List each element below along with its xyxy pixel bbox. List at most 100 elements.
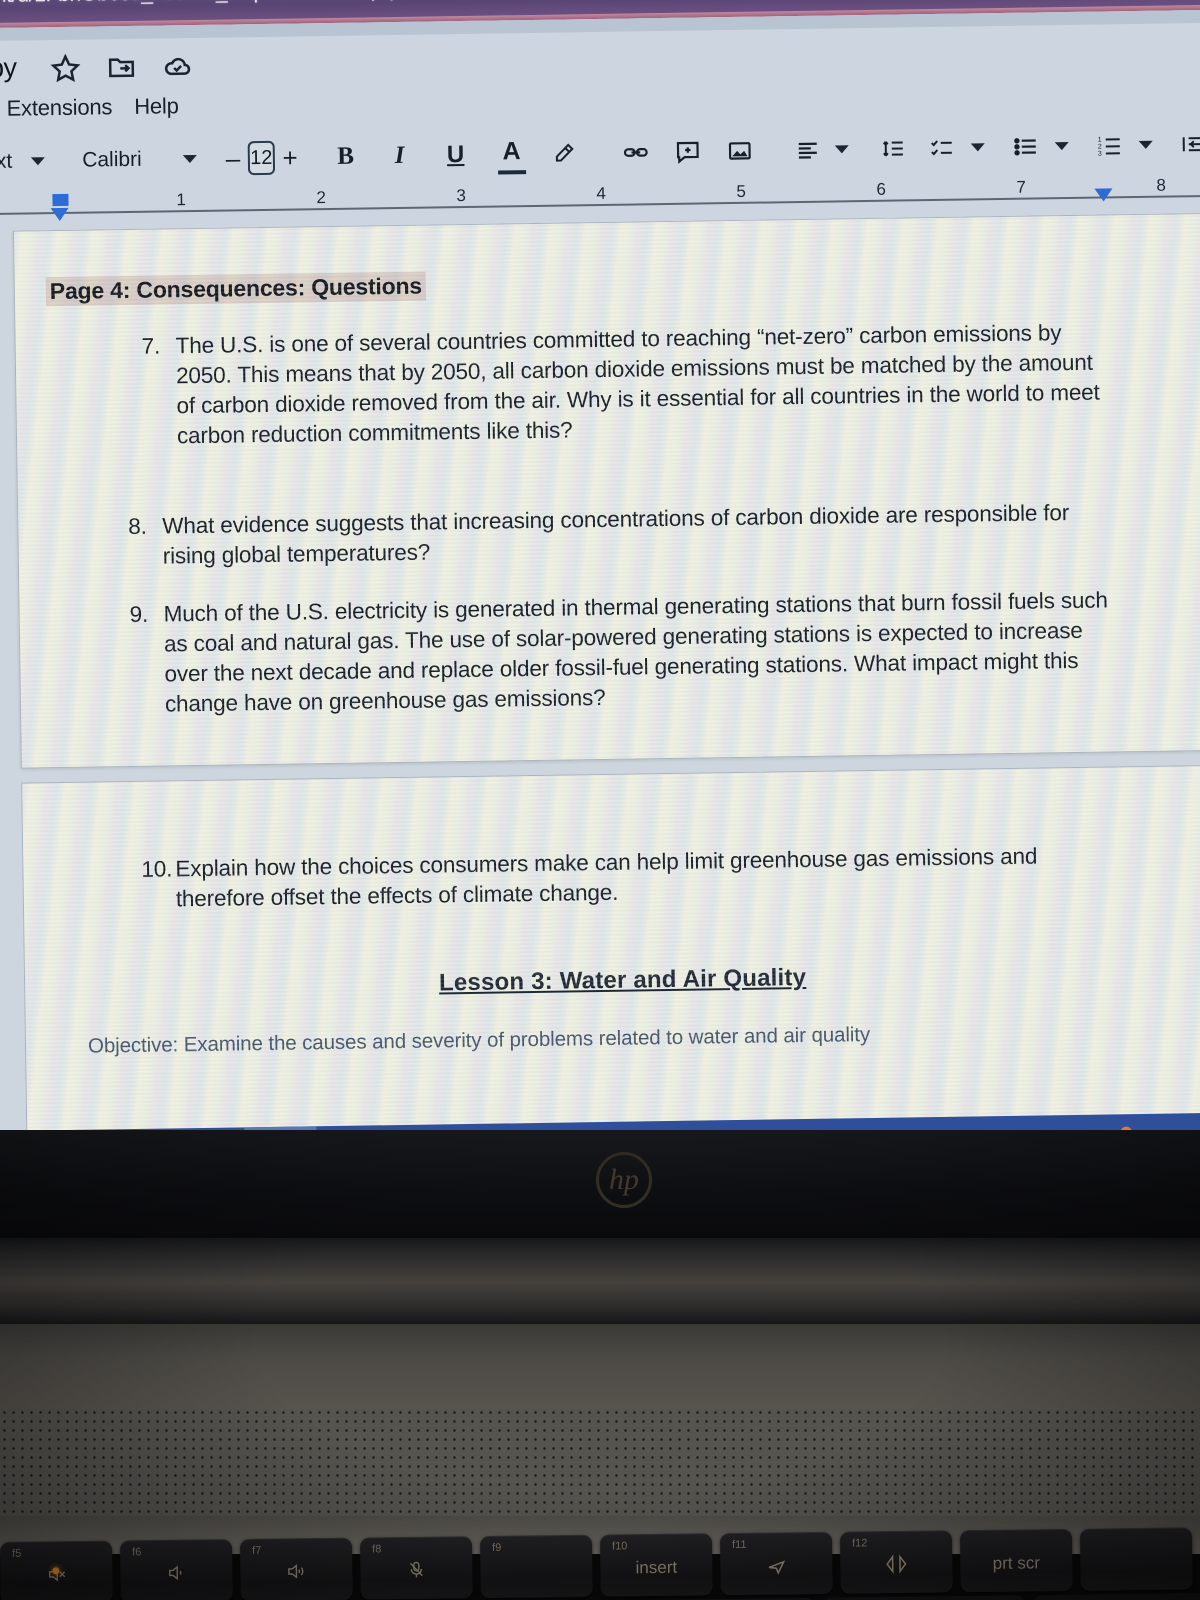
checklist-chevron-down-icon[interactable] <box>963 127 992 167</box>
move-to-folder-icon[interactable] <box>106 52 136 82</box>
screen-scanline-overlay-2 <box>22 765 1200 1132</box>
svg-text:1: 1 <box>1097 137 1101 144</box>
align-chevron-down-icon[interactable] <box>827 129 856 169</box>
ruler-number-7: 7 <box>1016 177 1026 197</box>
key-f9[interactable]: f9 <box>479 1534 593 1599</box>
paragraph-style-chevron-down-icon[interactable] <box>24 141 53 181</box>
key-extra-right[interactable] <box>1079 1527 1193 1591</box>
question-number-10: 10. <box>141 856 173 882</box>
bulleted-list-icon[interactable] <box>1011 126 1040 166</box>
key-f9-label: f9 <box>492 1541 502 1554</box>
ruler-number-2: 2 <box>316 188 327 208</box>
font-family-chevron-down-icon[interactable] <box>175 139 204 179</box>
paragraph-style-label[interactable]: l text <box>0 150 12 175</box>
question-item-9[interactable]: 9. Much of the U.S. electricity is gener… <box>129 585 1116 720</box>
key-row2-key-5[interactable] <box>823 1595 1025 1600</box>
docs-menu-bar: ls Extensions Help <box>0 93 179 122</box>
google-docs-window: opy ls Extensions Help <box>0 9 1200 1135</box>
laptop-body: hp f5 f6 f7 f8 f9 f10 insert f11 f12 prt… <box>0 1130 1200 1600</box>
svg-text:2: 2 <box>1098 144 1102 151</box>
hp-logo: hp <box>596 1152 652 1208</box>
cloud-saved-icon[interactable] <box>162 51 192 81</box>
question-number-8: 8. <box>128 513 147 540</box>
numbered-list-icon[interactable]: 123 <box>1095 125 1124 165</box>
key-f5-mute[interactable]: f5 <box>0 1540 113 1600</box>
document-page-4[interactable]: Page 4: Consequences: Questions 7. The U… <box>12 212 1200 769</box>
microphone-mute-icon <box>406 1559 426 1584</box>
menu-item-help[interactable]: Help <box>134 93 179 120</box>
ruler-number-6: 6 <box>876 179 887 199</box>
font-size-input[interactable]: 12 <box>247 140 275 176</box>
key-f5-label: f5 <box>12 1547 22 1560</box>
key-prt-scr-label: prt scr <box>992 1553 1041 1573</box>
key-row2-key-6[interactable] <box>1033 1592 1200 1600</box>
ruler-number-8: 8 <box>1156 175 1166 195</box>
bulleted-list-chevron-down-icon[interactable] <box>1047 126 1076 166</box>
left-indent-marker[interactable] <box>50 207 69 222</box>
ruler-number-3: 3 <box>456 185 467 206</box>
address-bar-url: ent/d/1FbhGb6cd_i-5c7IV_IVquz8U4UO2epq7z… <box>0 0 567 8</box>
text-color-button[interactable]: A <box>497 134 526 175</box>
key-f7-volume-up[interactable]: f7 <box>239 1537 353 1600</box>
right-indent-marker[interactable] <box>1094 188 1113 202</box>
mute-led-indicator <box>52 1567 60 1575</box>
decrease-indent-icon[interactable] <box>1179 124 1200 164</box>
volume-up-icon <box>284 1561 308 1586</box>
underline-button[interactable]: U <box>441 135 470 175</box>
key-f12-display-switch[interactable]: f12 <box>839 1530 953 1594</box>
question-item-10[interactable]: 10. Explain how the choices consumers ma… <box>141 840 1122 915</box>
ruler-number-5: 5 <box>736 181 747 201</box>
key-insert-label: insert <box>635 1557 678 1578</box>
numbered-list-chevron-down-icon[interactable] <box>1131 125 1160 165</box>
key-f7-label: f7 <box>252 1544 262 1557</box>
add-comment-icon[interactable] <box>673 131 702 171</box>
question-item-8[interactable]: 8. What evidence suggests that increasin… <box>128 498 1104 572</box>
document-canvas: Page 4: Consequences: Questions 7. The U… <box>0 212 1200 1132</box>
align-left-icon[interactable] <box>793 130 822 170</box>
checklist-icon[interactable] <box>927 128 956 168</box>
laptop-deck-top <box>0 1324 1200 1408</box>
question-item-7[interactable]: 7. The U.S. is one of several countries … <box>141 318 1103 452</box>
key-f11-airplane[interactable]: f11 <box>719 1531 833 1596</box>
key-f10-insert[interactable]: f10 insert <box>599 1533 713 1597</box>
svg-text:3: 3 <box>1098 151 1102 158</box>
insert-link-icon[interactable] <box>621 132 650 172</box>
display-switch-icon <box>883 1552 909 1579</box>
key-f6-volume-down[interactable]: f6 <box>119 1539 233 1600</box>
increase-font-size-button[interactable]: + <box>282 142 298 172</box>
ruler-number-4: 4 <box>596 183 607 204</box>
key-f8-microphone[interactable]: f8 <box>359 1536 473 1600</box>
volume-down-icon <box>165 1562 187 1587</box>
line-spacing-icon[interactable] <box>879 128 908 168</box>
question-text-8: What evidence suggests that increasing c… <box>162 500 1070 569</box>
screen-bezel: hp <box>0 1130 1200 1238</box>
title-icon-group <box>50 51 192 83</box>
key-f6-label: f6 <box>132 1546 142 1559</box>
key-f8-label: f8 <box>372 1543 382 1556</box>
menu-item-extensions[interactable]: Extensions <box>6 94 112 122</box>
page-heading: Page 4: Consequences: Questions <box>45 271 427 307</box>
italic-button[interactable]: I <box>385 136 414 176</box>
highlight-color-icon[interactable] <box>549 133 578 173</box>
speaker-grille <box>0 1408 1200 1516</box>
question-text-10: Explain how the choices consumers make c… <box>175 843 1038 912</box>
key-f11-label: f11 <box>732 1538 747 1552</box>
question-text-7: The U.S. is one of several countries com… <box>175 320 1100 449</box>
question-number-9: 9. <box>129 601 149 627</box>
insert-image-icon[interactable] <box>725 131 754 171</box>
key-prt-scr[interactable]: prt scr <box>959 1528 1073 1593</box>
ruler-number-1: 1 <box>176 190 187 210</box>
document-title[interactable]: opy <box>0 53 17 85</box>
first-line-indent-marker[interactable] <box>52 193 69 207</box>
font-family-label[interactable]: Calibri <box>82 148 142 173</box>
question-number-7: 7. <box>141 333 161 359</box>
question-text-9: Much of the U.S. electricity is generate… <box>163 587 1108 717</box>
decrease-font-size-button[interactable]: – <box>226 143 241 173</box>
bold-button[interactable]: B <box>331 137 360 177</box>
document-page-5[interactable]: 10. Explain how the choices consumers ma… <box>21 764 1200 1132</box>
key-f10-label: f10 <box>612 1540 628 1553</box>
lesson-objective: Objective: Examine the causes and severi… <box>87 1023 871 1058</box>
laptop-hinge <box>0 1238 1200 1324</box>
star-icon[interactable] <box>50 53 81 83</box>
lesson-heading: Lesson 3: Water and Air Quality <box>438 964 807 997</box>
